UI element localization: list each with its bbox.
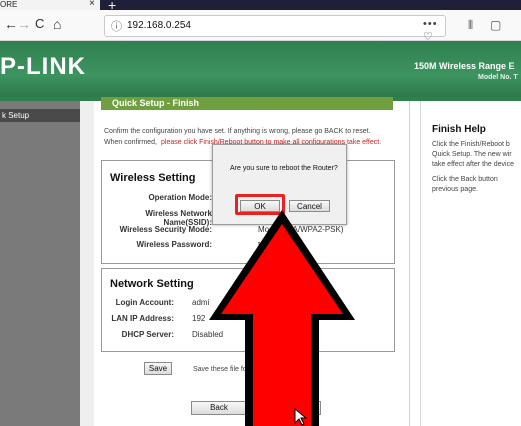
url-text[interactable]: 192.168.0.254	[127, 20, 191, 31]
help-panel	[420, 101, 521, 426]
content-gutter	[80, 101, 94, 426]
left-sidebar	[0, 101, 80, 426]
content-divider	[409, 101, 410, 426]
confirm-text-2: When confirmed,	[104, 139, 157, 146]
login-account-label: Login Account:	[115, 298, 174, 307]
help-text-line: previous page.	[432, 186, 478, 193]
library-icon[interactable]: ⫴	[468, 18, 473, 33]
security-mode-label: Wireless Security Mode:	[119, 225, 212, 234]
home-icon[interactable]: ⌂	[53, 16, 61, 32]
confirm-text: Confirm the configuration you have set. …	[104, 128, 371, 135]
dialog-message: Are you sure to reboot the Router?	[230, 165, 338, 172]
page-title: Quick Setup - Finish	[101, 97, 393, 110]
help-text-line: Click the Back button	[432, 176, 498, 183]
wireless-password-label: Wireless Password:	[136, 240, 212, 249]
model-name: 150M Wireless Range E	[414, 61, 515, 71]
help-text-line: take effect after the device	[432, 161, 514, 168]
back-arrow-icon[interactable]: ←	[4, 16, 18, 32]
operation-mode-label: Operation Mode:	[148, 193, 212, 202]
mouse-cursor-icon	[294, 408, 308, 426]
lan-ip-value: 192	[192, 314, 206, 323]
red-up-arrow-icon	[209, 210, 355, 426]
help-text-line: Click the Finish/Reboot b	[432, 141, 510, 148]
network-section-title: Network Setting	[110, 278, 194, 290]
forward-arrow-icon[interactable]: →	[17, 16, 31, 32]
address-bar[interactable]: ⓘ 192.168.0.254 ••• ♡ ☆	[104, 15, 446, 56]
sidebar-item-quick-setup[interactable]: k Setup	[0, 109, 80, 122]
help-title: Finish Help	[432, 124, 486, 135]
browser-tab[interactable]: ORE ×	[0, 0, 100, 10]
tab-title: ORE	[0, 0, 18, 9]
save-button[interactable]: Save	[144, 362, 172, 375]
help-text-line: Quick Setup. The new wir	[432, 151, 512, 158]
dhcp-server-label: DHCP Server:	[121, 330, 174, 339]
model-number: Model No. T	[478, 74, 518, 81]
tab-close-icon[interactable]: ×	[89, 0, 95, 9]
lan-ip-label: LAN IP Address:	[111, 314, 174, 323]
tp-link-logo: P-LINK	[0, 53, 86, 80]
reload-icon[interactable]: C	[35, 16, 44, 31]
sidebar-icon[interactable]: ▢	[490, 18, 501, 32]
wireless-section-title: Wireless Setting	[110, 172, 196, 184]
info-icon[interactable]: ⓘ	[111, 18, 122, 34]
